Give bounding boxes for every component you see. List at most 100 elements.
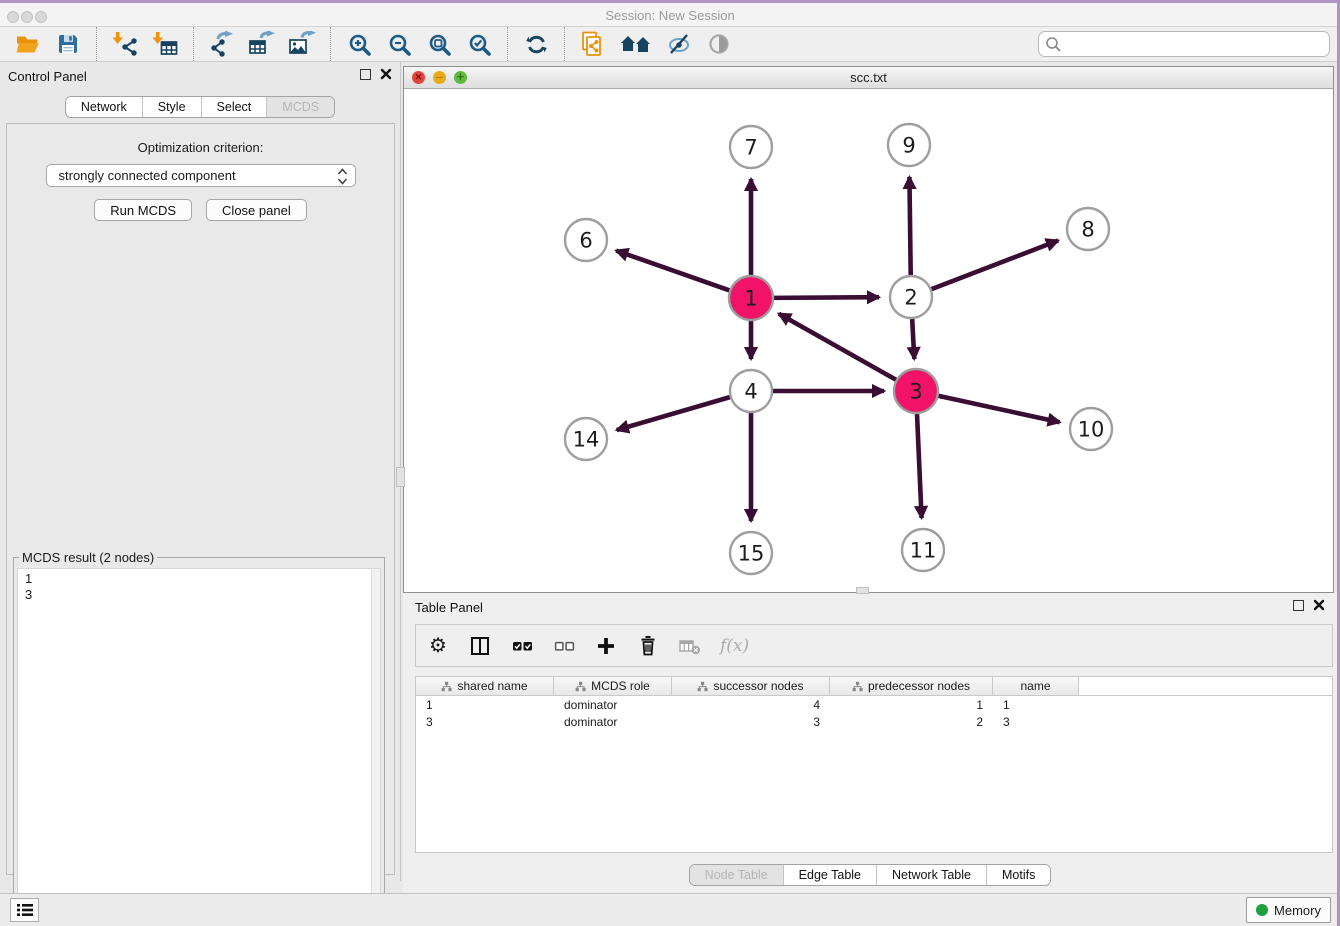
cell-predecessor-nodes[interactable]: 2 — [830, 715, 993, 729]
cell-name[interactable]: 1 — [993, 698, 1079, 712]
graph-node-15[interactable]: 15 — [730, 532, 772, 574]
cell-mcds-role[interactable]: dominator — [554, 698, 672, 712]
float-table-panel-icon[interactable] — [1293, 600, 1304, 611]
column-header-successor-nodes[interactable]: successor nodes — [672, 677, 830, 695]
export-image-icon[interactable] — [287, 29, 317, 59]
delete-table-icon[interactable] — [678, 634, 702, 658]
graph-edge-2-8[interactable] — [932, 240, 1059, 289]
cell-successor-nodes[interactable]: 4 — [672, 698, 830, 712]
tab-network-table[interactable]: Network Table — [876, 865, 986, 885]
memory-button[interactable]: Memory — [1246, 897, 1331, 923]
cell-predecessor-nodes[interactable]: 1 — [830, 698, 993, 712]
graph-edge-1-6[interactable] — [616, 251, 730, 291]
mcds-result-list[interactable]: 1 3 — [17, 568, 381, 926]
import-network-icon[interactable] — [110, 29, 140, 59]
table-row[interactable]: 1 dominator 4 1 1 — [416, 696, 1332, 713]
cell-successor-nodes[interactable]: 3 — [672, 715, 830, 729]
mcds-result-line: 1 — [25, 571, 380, 587]
save-session-icon[interactable] — [53, 29, 83, 59]
graph-node-2[interactable]: 2 — [890, 276, 932, 318]
task-history-button[interactable] — [10, 898, 39, 922]
tab-mcds[interactable]: MCDS — [266, 97, 334, 117]
table-settings-icon[interactable]: ⚙ — [426, 634, 450, 658]
tab-edge-table[interactable]: Edge Table — [783, 865, 876, 885]
tab-select[interactable]: Select — [201, 97, 267, 117]
zoom-selected-icon[interactable] — [464, 29, 494, 59]
search-icon — [1045, 36, 1061, 52]
graph-node-10[interactable]: 10 — [1070, 408, 1112, 450]
run-mcds-button[interactable]: Run MCDS — [94, 199, 192, 221]
new-network-from-selection-icon[interactable] — [578, 29, 608, 59]
zoom-fit-icon[interactable] — [424, 29, 454, 59]
cell-shared-name[interactable]: 3 — [416, 715, 554, 729]
graph-edge-3-11[interactable] — [917, 413, 922, 518]
graph-node-14[interactable]: 14 — [565, 418, 607, 460]
cell-name[interactable]: 3 — [993, 715, 1079, 729]
first-neighbors-icon[interactable] — [618, 29, 654, 59]
result-scrollbar[interactable] — [371, 569, 380, 926]
graph-node-8[interactable]: 8 — [1067, 208, 1109, 250]
table-row[interactable]: 3 dominator 3 2 3 — [416, 713, 1332, 730]
graph-node-label: 9 — [902, 133, 915, 157]
function-builder-icon[interactable]: f(x) — [720, 636, 749, 656]
graph-node-label: 1 — [744, 286, 757, 310]
add-icon[interactable] — [594, 634, 618, 658]
optimization-select[interactable]: strongly connected component — [46, 164, 356, 187]
refresh-icon[interactable] — [521, 29, 551, 59]
graph-node-3[interactable]: 3 — [894, 369, 938, 413]
cell-shared-name[interactable]: 1 — [416, 698, 554, 712]
select-all-columns-icon[interactable] — [510, 634, 534, 658]
graph-edge-1-2[interactable] — [773, 297, 879, 298]
graph-node-7[interactable]: 7 — [730, 126, 772, 168]
network-canvas[interactable]: 7 9 6 8 1 2 4 3 14 10 15 11 — [404, 89, 1333, 592]
tab-style[interactable]: Style — [142, 97, 201, 117]
vertical-splitter-handle[interactable] — [396, 467, 405, 487]
graph-node-label: 10 — [1078, 417, 1105, 441]
toolbar-separator — [330, 27, 331, 61]
graph-node-9[interactable]: 9 — [888, 124, 930, 166]
graph-node-4[interactable]: 4 — [730, 370, 772, 412]
graph-node-label: 15 — [738, 541, 765, 565]
status-bar: Memory — [0, 893, 1340, 926]
column-header-name[interactable]: name — [993, 677, 1079, 695]
cell-mcds-role[interactable]: dominator — [554, 715, 672, 729]
mcds-result-line: 3 — [25, 587, 380, 603]
graph-edge-3-10[interactable] — [937, 396, 1059, 423]
show-all-icon[interactable] — [704, 29, 734, 59]
close-table-panel-icon[interactable] — [1313, 599, 1325, 611]
graph-node-6[interactable]: 6 — [565, 219, 607, 261]
open-session-icon[interactable] — [13, 29, 43, 59]
column-header-predecessor-nodes[interactable]: predecessor nodes — [830, 677, 993, 695]
table-toolbar: ⚙ f(x) — [415, 624, 1333, 667]
import-table-icon[interactable] — [150, 29, 180, 59]
close-panel-icon[interactable] — [380, 68, 392, 80]
delete-icon[interactable] — [636, 634, 660, 658]
network-window-titlebar[interactable]: ✕ ─ ＋ scc.txt — [404, 67, 1333, 89]
graph-edge-2-3[interactable] — [912, 319, 914, 359]
graph-edge-4-14[interactable] — [617, 397, 730, 430]
tab-network[interactable]: Network — [66, 97, 142, 117]
hierarchy-icon — [697, 681, 708, 692]
tab-motifs[interactable]: Motifs — [986, 865, 1050, 885]
zoom-out-icon[interactable] — [384, 29, 414, 59]
export-table-icon[interactable] — [247, 29, 277, 59]
horizontal-splitter-handle[interactable] — [856, 587, 869, 594]
tab-node-table[interactable]: Node Table — [690, 865, 783, 885]
graph-node-1[interactable]: 1 — [729, 276, 773, 320]
close-panel-button[interactable]: Close panel — [206, 199, 307, 221]
float-panel-icon[interactable] — [360, 69, 371, 80]
columns-icon[interactable] — [468, 634, 492, 658]
table-panel: Table Panel ⚙ f(x) shared name — [403, 593, 1337, 893]
network-view-window: ✕ ─ ＋ scc.txt 7 9 6 8 1 2 4 3 14 10 15 11 — [403, 66, 1334, 593]
hide-selected-icon[interactable] — [664, 29, 694, 59]
column-header-mcds-role[interactable]: MCDS role — [554, 677, 672, 695]
graph-edge-3-1[interactable] — [779, 314, 897, 380]
graph-edge-2-9[interactable] — [909, 177, 910, 275]
zoom-in-icon[interactable] — [344, 29, 374, 59]
column-header-shared-name[interactable]: shared name — [416, 677, 554, 695]
mcds-panel-body: Optimization criterion: strongly connect… — [6, 123, 395, 875]
graph-node-11[interactable]: 11 — [902, 529, 944, 571]
search-input[interactable] — [1038, 31, 1330, 57]
export-network-icon[interactable] — [207, 29, 237, 59]
deselect-all-columns-icon[interactable] — [552, 634, 576, 658]
